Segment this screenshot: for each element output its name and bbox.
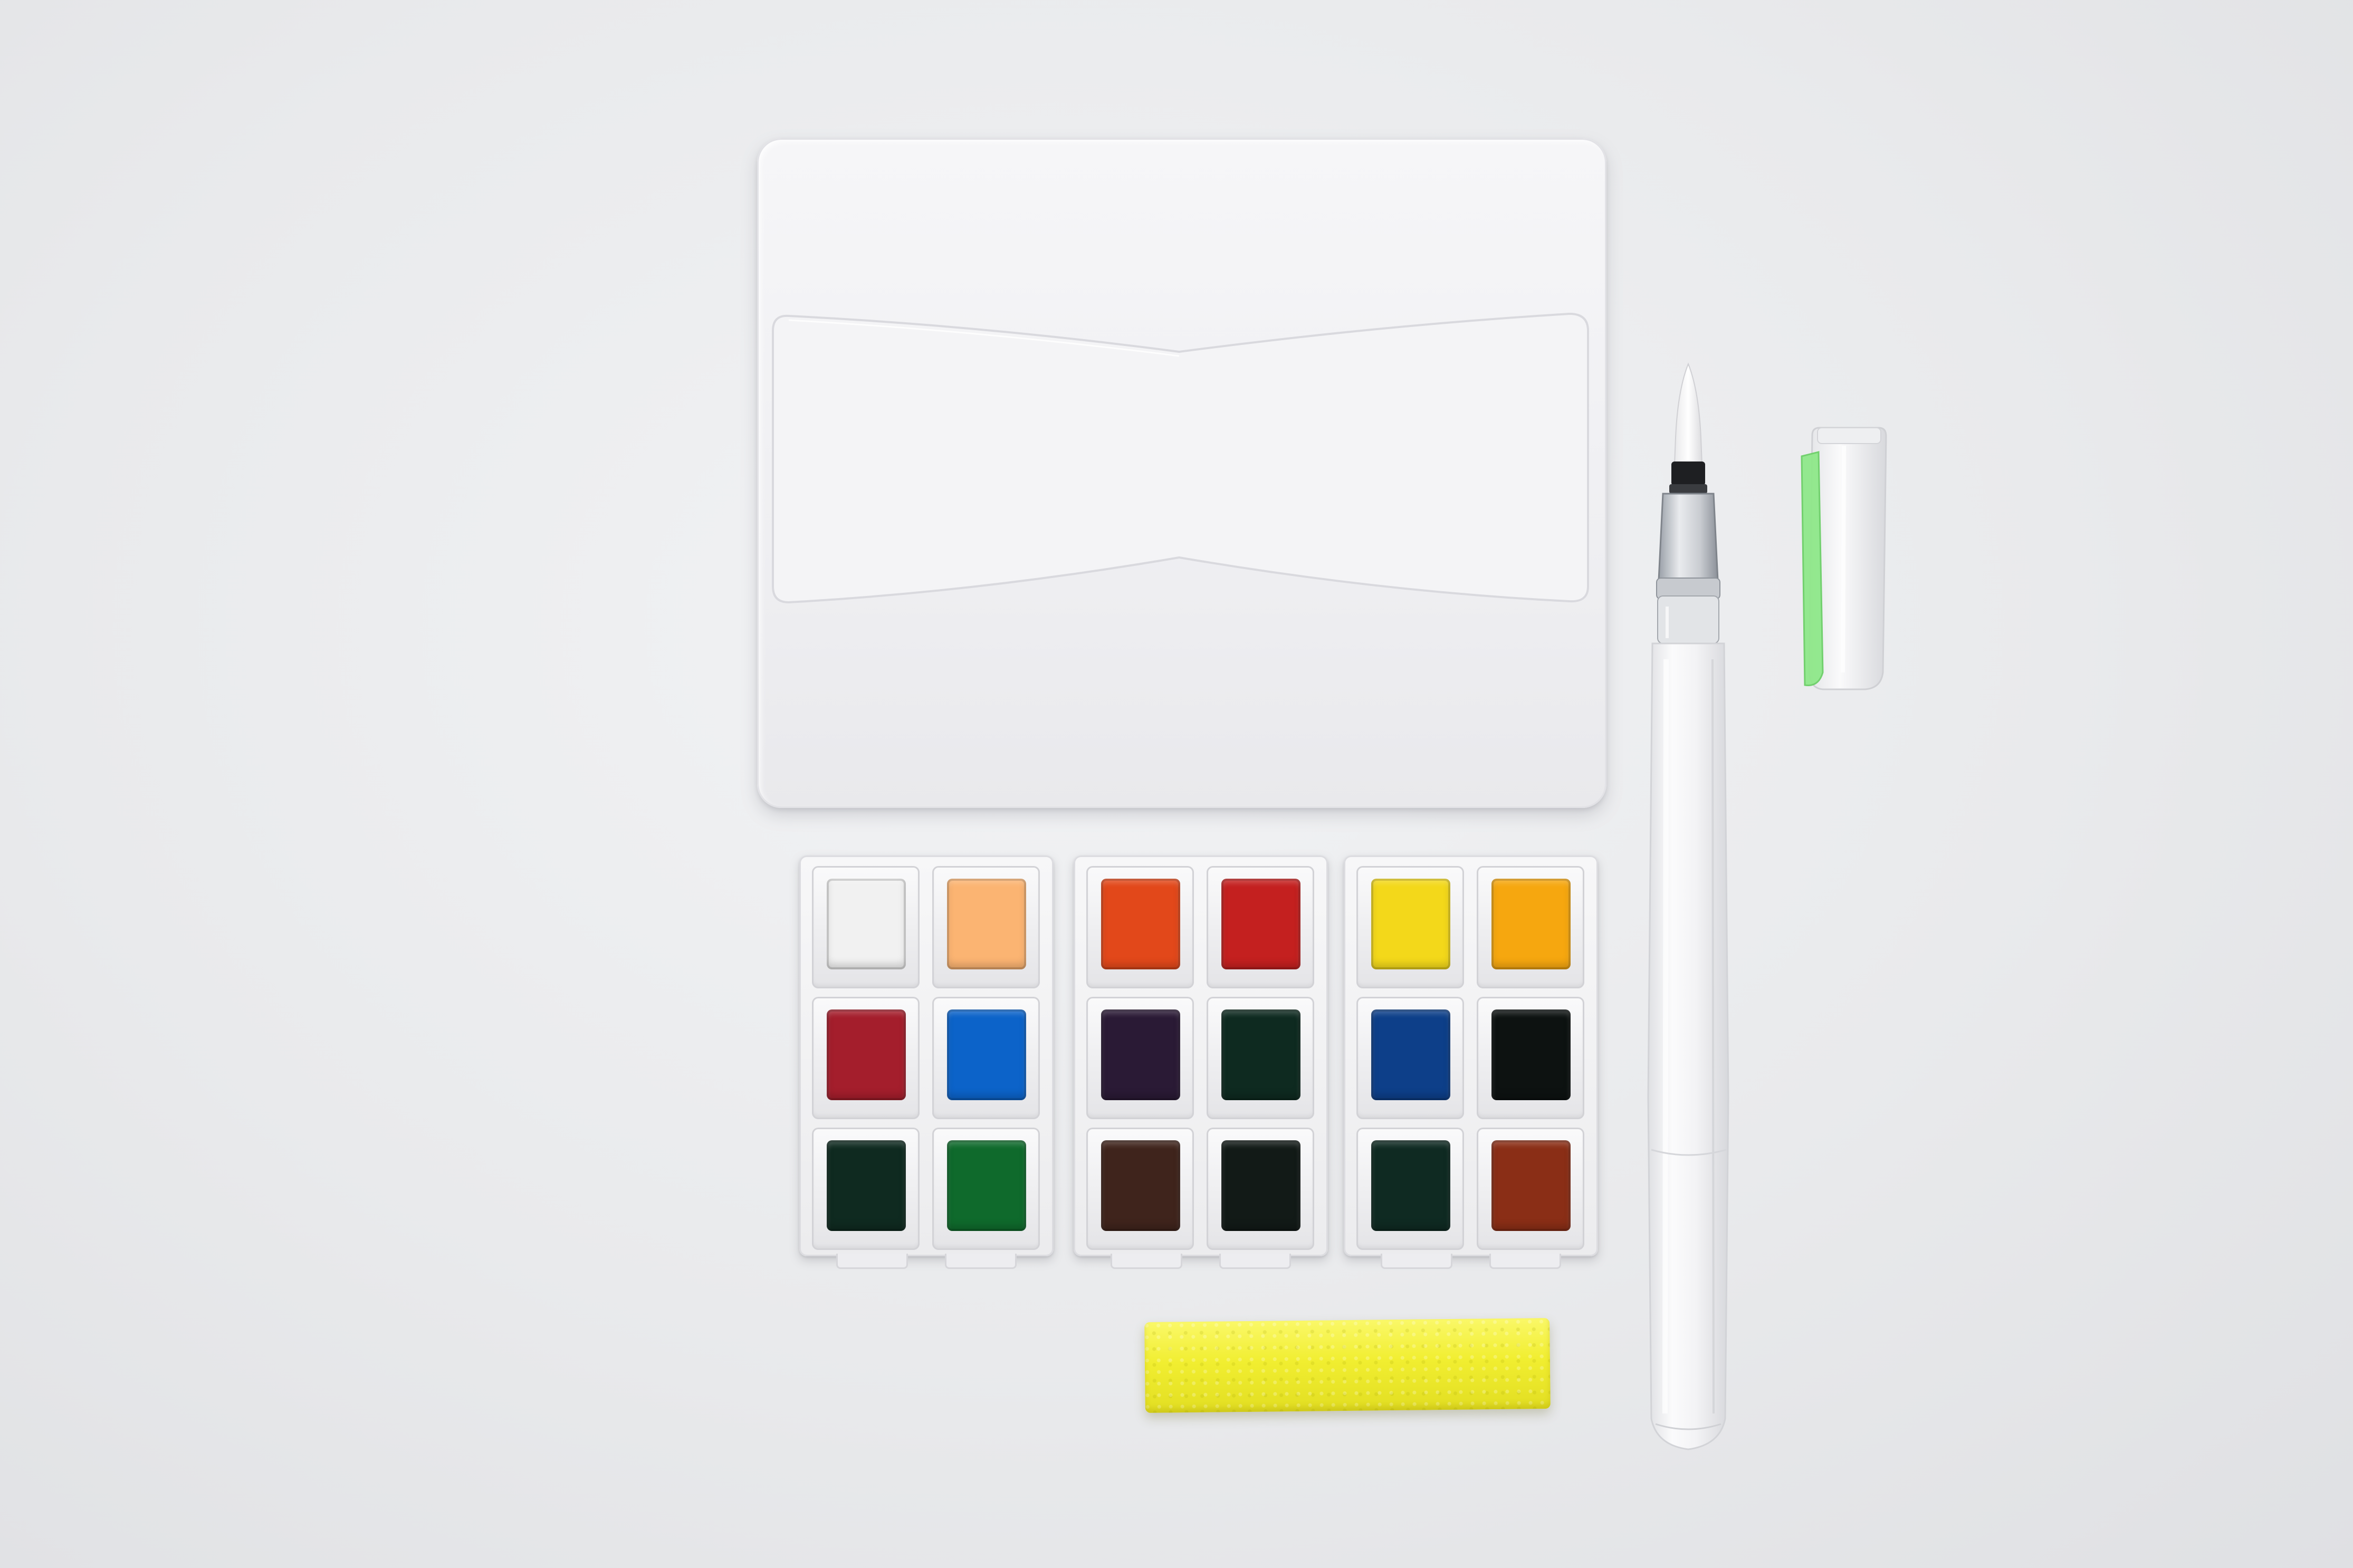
paint-color-swatch [1221,879,1300,969]
paint-pan-3-1-right[interactable] [1477,866,1584,988]
paint-color-swatch [947,1009,1026,1100]
paint-pan-2-2-right[interactable] [1207,997,1314,1119]
paint-pan-2-3-right[interactable] [1207,1128,1314,1250]
paint-color-swatch [1221,1140,1300,1231]
paint-pan-2-1-right[interactable] [1207,866,1314,988]
paint-pan-1-3-left[interactable] [812,1128,920,1250]
paint-pan-3-3-right[interactable] [1477,1128,1584,1250]
paint-pan-3-3-left[interactable] [1356,1128,1464,1250]
paint-color-swatch [1491,1140,1571,1231]
lid-latch-band [772,312,1589,604]
paint-color-swatch [1221,1009,1300,1100]
paint-pan-3-1-left[interactable] [1356,866,1464,988]
paint-color-swatch [947,879,1026,969]
palette-lid[interactable] [757,138,1606,808]
paint-pan-3-2-left[interactable] [1356,997,1464,1119]
paint-color-swatch [827,879,906,969]
paint-tray-3 [1344,855,1598,1269]
paint-pan-1-1-left[interactable] [812,866,920,988]
paint-color-swatch [1371,1009,1450,1100]
brush-cap[interactable] [1786,425,1897,694]
paint-color-swatch [827,1140,906,1231]
paint-pan-1-1-right[interactable] [932,866,1040,988]
paint-color-swatch [1101,1009,1180,1100]
paint-pan-2-1-left[interactable] [1086,866,1194,988]
paint-color-swatch [1371,879,1450,969]
yellow-sponge[interactable] [1144,1317,1551,1413]
cap-clip [1801,451,1824,686]
paint-pan-1-2-right[interactable] [932,997,1040,1119]
paint-pan-1-2-left[interactable] [812,997,920,1119]
paint-pan-3-2-right[interactable] [1477,997,1584,1119]
paint-pan-2-2-left[interactable] [1086,997,1194,1119]
paint-tray-1 [799,855,1054,1269]
paint-pan-2-3-left[interactable] [1086,1128,1194,1250]
water-brush-pen[interactable] [1614,359,1762,1471]
paint-tray-2 [1074,855,1328,1269]
paint-color-swatch [1491,1009,1571,1100]
paint-color-swatch [1101,879,1180,969]
paint-color-swatch [1491,879,1571,969]
paint-color-swatch [1371,1140,1450,1231]
paint-color-swatch [827,1009,906,1100]
paint-color-swatch [1101,1140,1180,1231]
paint-pan-1-3-right[interactable] [932,1128,1040,1250]
paint-color-swatch [947,1140,1026,1231]
